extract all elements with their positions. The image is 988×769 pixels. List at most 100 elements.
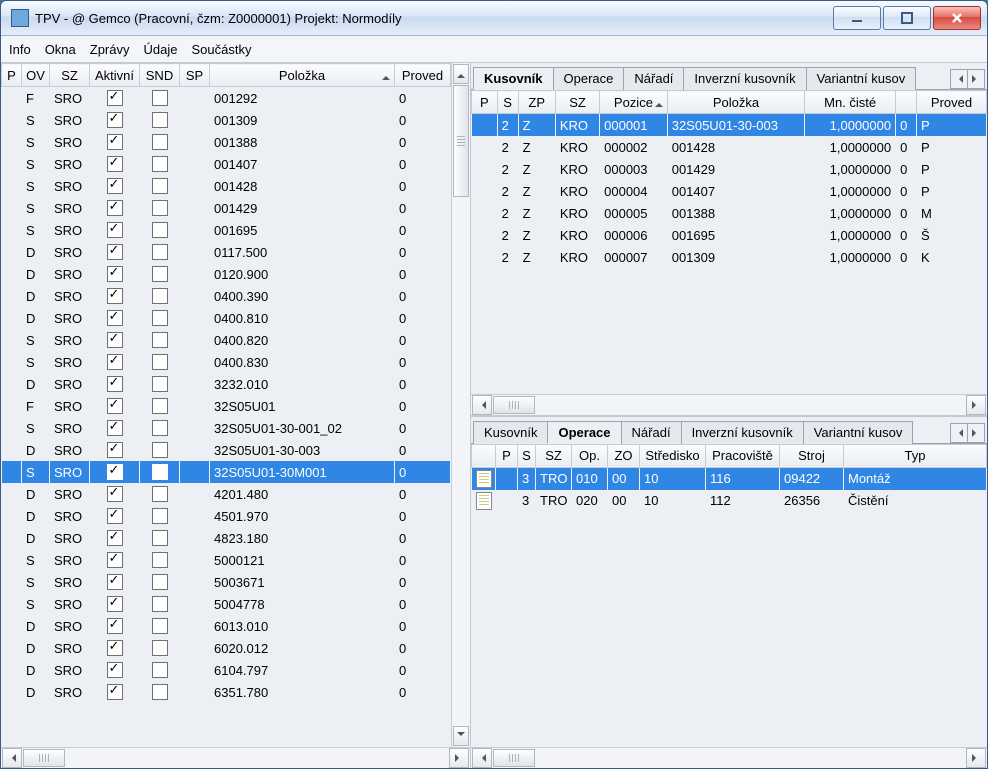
- scroll-thumb[interactable]: [493, 396, 535, 414]
- maximize-button[interactable]: [883, 6, 931, 30]
- scroll-left-icon[interactable]: [2, 748, 22, 768]
- checkbox-aktivni[interactable]: [107, 640, 123, 656]
- col-header[interactable]: P: [472, 91, 498, 114]
- table-row[interactable]: DSRO4823.1800: [2, 527, 451, 549]
- checkbox-aktivni[interactable]: [107, 332, 123, 348]
- menu-soucastky[interactable]: Součástky: [191, 42, 251, 57]
- col-header[interactable]: Op.: [572, 444, 608, 467]
- checkbox-snd[interactable]: [152, 552, 168, 568]
- col-header[interactable]: Středisko: [640, 444, 706, 467]
- minimize-button[interactable]: [833, 6, 881, 30]
- col-header[interactable]: [896, 91, 917, 114]
- menu-zpravy[interactable]: Zprávy: [90, 42, 130, 57]
- close-button[interactable]: [933, 6, 981, 30]
- checkbox-snd[interactable]: [152, 574, 168, 590]
- col-header[interactable]: Typ: [844, 444, 987, 467]
- document-icon[interactable]: [476, 470, 492, 488]
- scroll-left-icon[interactable]: [472, 748, 492, 768]
- top-hscroll[interactable]: [471, 394, 987, 415]
- table-row[interactable]: 2ZKRO0000070013091,00000000K: [472, 246, 987, 268]
- table-row[interactable]: 2ZKRO0000050013881,00000000M: [472, 202, 987, 224]
- scroll-thumb[interactable]: [493, 749, 535, 767]
- tab-scroll-left[interactable]: [950, 423, 968, 443]
- col-header[interactable]: Pracoviště: [706, 444, 780, 467]
- tab[interactable]: Kusovník: [473, 421, 548, 444]
- table-row[interactable]: DSRO4201.4800: [2, 483, 451, 505]
- table-row[interactable]: FSRO32S05U010: [2, 395, 451, 417]
- checkbox-snd[interactable]: [152, 596, 168, 612]
- col-header[interactable]: Pozice: [600, 91, 668, 114]
- scroll-down-icon[interactable]: [453, 726, 469, 746]
- tab[interactable]: Nářadí: [623, 67, 684, 90]
- table-row[interactable]: FSRO0012920: [2, 87, 451, 109]
- checkbox-snd[interactable]: [152, 244, 168, 260]
- scroll-right-icon[interactable]: [449, 748, 469, 768]
- left-table[interactable]: POVSZAktivníSNDSPPoložkaProved: [1, 63, 451, 87]
- tab[interactable]: Inverzní kusovník: [683, 67, 806, 90]
- col-header[interactable]: SZ: [555, 91, 599, 114]
- col-header[interactable]: OV: [22, 64, 50, 87]
- table-row[interactable]: SSRO0400.8300: [2, 351, 451, 373]
- scroll-thumb[interactable]: [453, 85, 469, 197]
- checkbox-aktivni[interactable]: [107, 112, 123, 128]
- checkbox-aktivni[interactable]: [107, 244, 123, 260]
- col-header[interactable]: SP: [180, 64, 210, 87]
- checkbox-snd[interactable]: [152, 90, 168, 106]
- col-header[interactable]: SZ: [50, 64, 90, 87]
- col-header[interactable]: Stroj: [780, 444, 844, 467]
- checkbox-snd[interactable]: [152, 464, 168, 480]
- table-row[interactable]: 2ZKRO0000040014071,00000000P: [472, 180, 987, 202]
- checkbox-aktivni[interactable]: [107, 420, 123, 436]
- table-row[interactable]: 3TRO010001011609422Montáž: [472, 467, 987, 490]
- checkbox-aktivni[interactable]: [107, 178, 123, 194]
- table-row[interactable]: DSRO32S05U01-30-0030: [2, 439, 451, 461]
- scroll-right-icon[interactable]: [966, 395, 986, 415]
- tab[interactable]: Variantní kusov: [803, 421, 914, 444]
- tab[interactable]: Inverzní kusovník: [681, 421, 804, 444]
- checkbox-snd[interactable]: [152, 310, 168, 326]
- table-row[interactable]: 2ZKRO00000132S05U01-30-0031,00000000P: [472, 114, 987, 137]
- col-header[interactable]: P: [2, 64, 22, 87]
- checkbox-aktivni[interactable]: [107, 354, 123, 370]
- checkbox-snd[interactable]: [152, 442, 168, 458]
- col-header[interactable]: Proved: [395, 64, 451, 87]
- table-row[interactable]: DSRO4501.9700: [2, 505, 451, 527]
- left-hscroll[interactable]: [1, 747, 470, 768]
- col-header[interactable]: ZP: [518, 91, 555, 114]
- scroll-left-icon[interactable]: [472, 395, 492, 415]
- col-header[interactable]: Proved: [917, 91, 987, 114]
- col-header[interactable]: S: [518, 444, 536, 467]
- checkbox-snd[interactable]: [152, 178, 168, 194]
- checkbox-snd[interactable]: [152, 530, 168, 546]
- col-header[interactable]: S: [497, 91, 518, 114]
- table-row[interactable]: DSRO6013.0100: [2, 615, 451, 637]
- checkbox-snd[interactable]: [152, 112, 168, 128]
- checkbox-snd[interactable]: [152, 508, 168, 524]
- checkbox-aktivni[interactable]: [107, 596, 123, 612]
- col-header[interactable]: Mn. čisté: [805, 91, 896, 114]
- checkbox-aktivni[interactable]: [107, 398, 123, 414]
- titlebar[interactable]: TPV - @ Gemco (Pracovní, čzm: Z0000001) …: [1, 1, 987, 36]
- col-header[interactable]: Aktivní: [90, 64, 140, 87]
- col-header[interactable]: [472, 444, 496, 467]
- table-row[interactable]: DSRO0120.9000: [2, 263, 451, 285]
- table-row[interactable]: 3TRO020001011226356Čistění: [472, 490, 987, 512]
- table-row[interactable]: SSRO0016950: [2, 219, 451, 241]
- table-row[interactable]: DSRO0400.3900: [2, 285, 451, 307]
- checkbox-aktivni[interactable]: [107, 288, 123, 304]
- table-row[interactable]: DSRO6104.7970: [2, 659, 451, 681]
- checkbox-snd[interactable]: [152, 618, 168, 634]
- table-row[interactable]: DSRO0117.5000: [2, 241, 451, 263]
- checkbox-aktivni[interactable]: [107, 266, 123, 282]
- checkbox-aktivni[interactable]: [107, 464, 123, 480]
- tab-scroll-right[interactable]: [967, 423, 985, 443]
- tab[interactable]: Operace: [547, 421, 621, 444]
- col-header[interactable]: ZO: [608, 444, 640, 467]
- bottom-hscroll[interactable]: [471, 747, 987, 768]
- checkbox-aktivni[interactable]: [107, 684, 123, 700]
- left-vscroll[interactable]: [451, 63, 470, 747]
- checkbox-snd[interactable]: [152, 156, 168, 172]
- checkbox-snd[interactable]: [152, 200, 168, 216]
- checkbox-snd[interactable]: [152, 134, 168, 150]
- bottom-table[interactable]: PSSZOp.ZOStřediskoPracovištěStrojTyp 3TR…: [471, 444, 987, 512]
